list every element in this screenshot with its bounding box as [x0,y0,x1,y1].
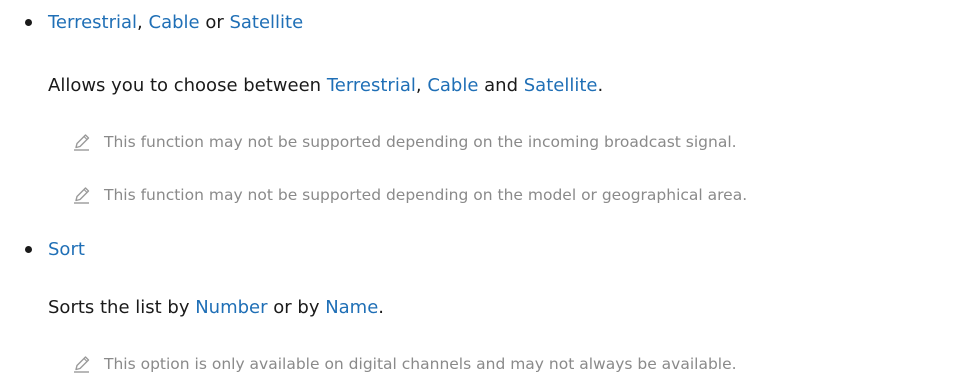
bullet-item-source: Terrestrial, Cable or Satellite [25,12,303,33]
desc-text: and [478,75,524,96]
keyword-terrestrial: Terrestrial [326,75,416,96]
note-model-area: This function may not be supported depen… [72,185,747,205]
keyword-cable: Cable [427,75,479,96]
pencil-note-icon [72,354,92,374]
bullet-item-sort: Sort [25,239,85,260]
note-text: This option is only available on digital… [104,355,737,373]
desc-text: . [378,297,385,318]
keyword-name: Name [325,297,379,318]
pencil-note-icon [72,185,92,205]
note-text: This function may not be supported depen… [104,186,748,204]
description-sort: Sorts the list by Number or by Name. [48,297,384,318]
bullet-dot [25,246,32,253]
bullet-title: Terrestrial, Cable or Satellite [48,12,303,33]
keyword-satellite: Satellite [229,12,304,33]
note-digital-channels: This option is only available on digital… [72,354,737,374]
note-text: This function may not be supported depen… [104,133,737,151]
desc-text: or by [267,297,326,318]
description-source: Allows you to choose between Terrestrial… [48,75,603,96]
keyword-cable: Cable [148,12,200,33]
keyword-satellite: Satellite [523,75,598,96]
desc-text: , [415,75,428,96]
keyword-number: Number [195,297,268,318]
keyword-terrestrial: Terrestrial [48,12,138,33]
note-broadcast-signal: This function may not be supported depen… [72,132,737,152]
desc-text: . [597,75,604,96]
separator: or [199,12,230,33]
bullet-dot [25,19,32,26]
desc-text: Allows you to choose between [48,75,327,96]
separator: , [137,12,149,33]
pencil-note-icon [72,132,92,152]
keyword-sort: Sort [48,239,85,260]
desc-text: Sorts the list by [48,297,196,318]
